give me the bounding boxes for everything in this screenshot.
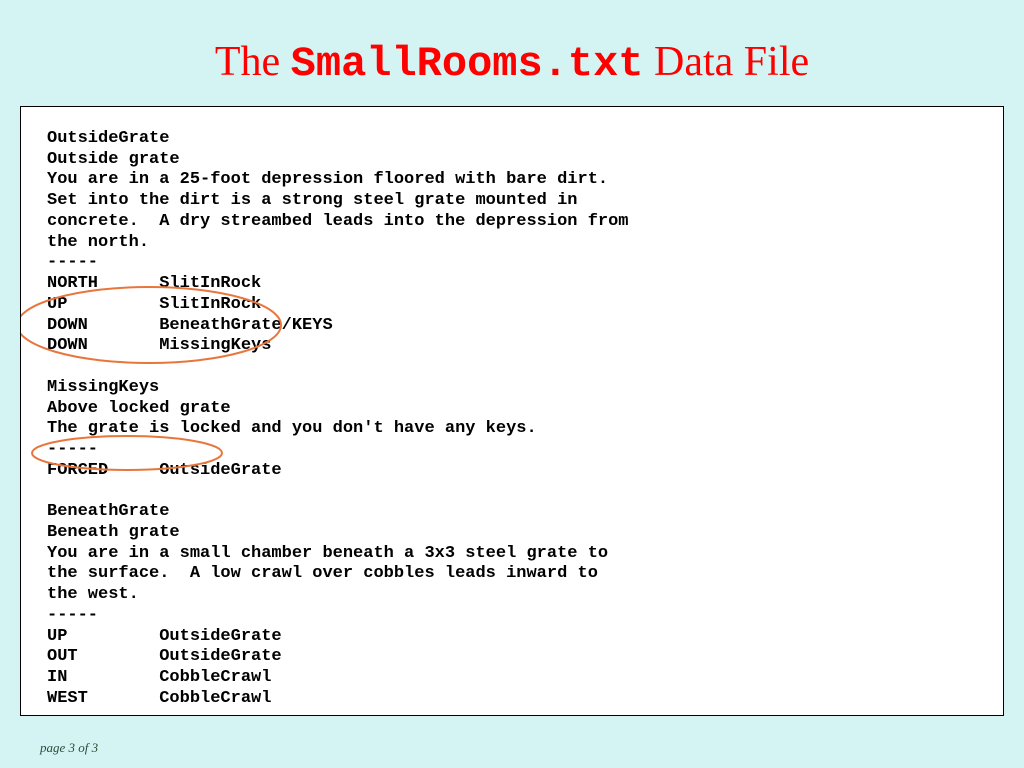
- slide-title: The SmallRooms.txt Data File: [0, 0, 1024, 106]
- page-footer: page 3 of 3: [40, 740, 98, 756]
- file-content-box: OutsideGrate Outside grate You are in a …: [20, 106, 1004, 716]
- title-prefix: The: [215, 39, 291, 85]
- file-text: OutsideGrate Outside grate You are in a …: [47, 129, 977, 710]
- title-filename: SmallRooms.txt: [291, 40, 644, 88]
- title-suffix: Data File: [644, 39, 810, 85]
